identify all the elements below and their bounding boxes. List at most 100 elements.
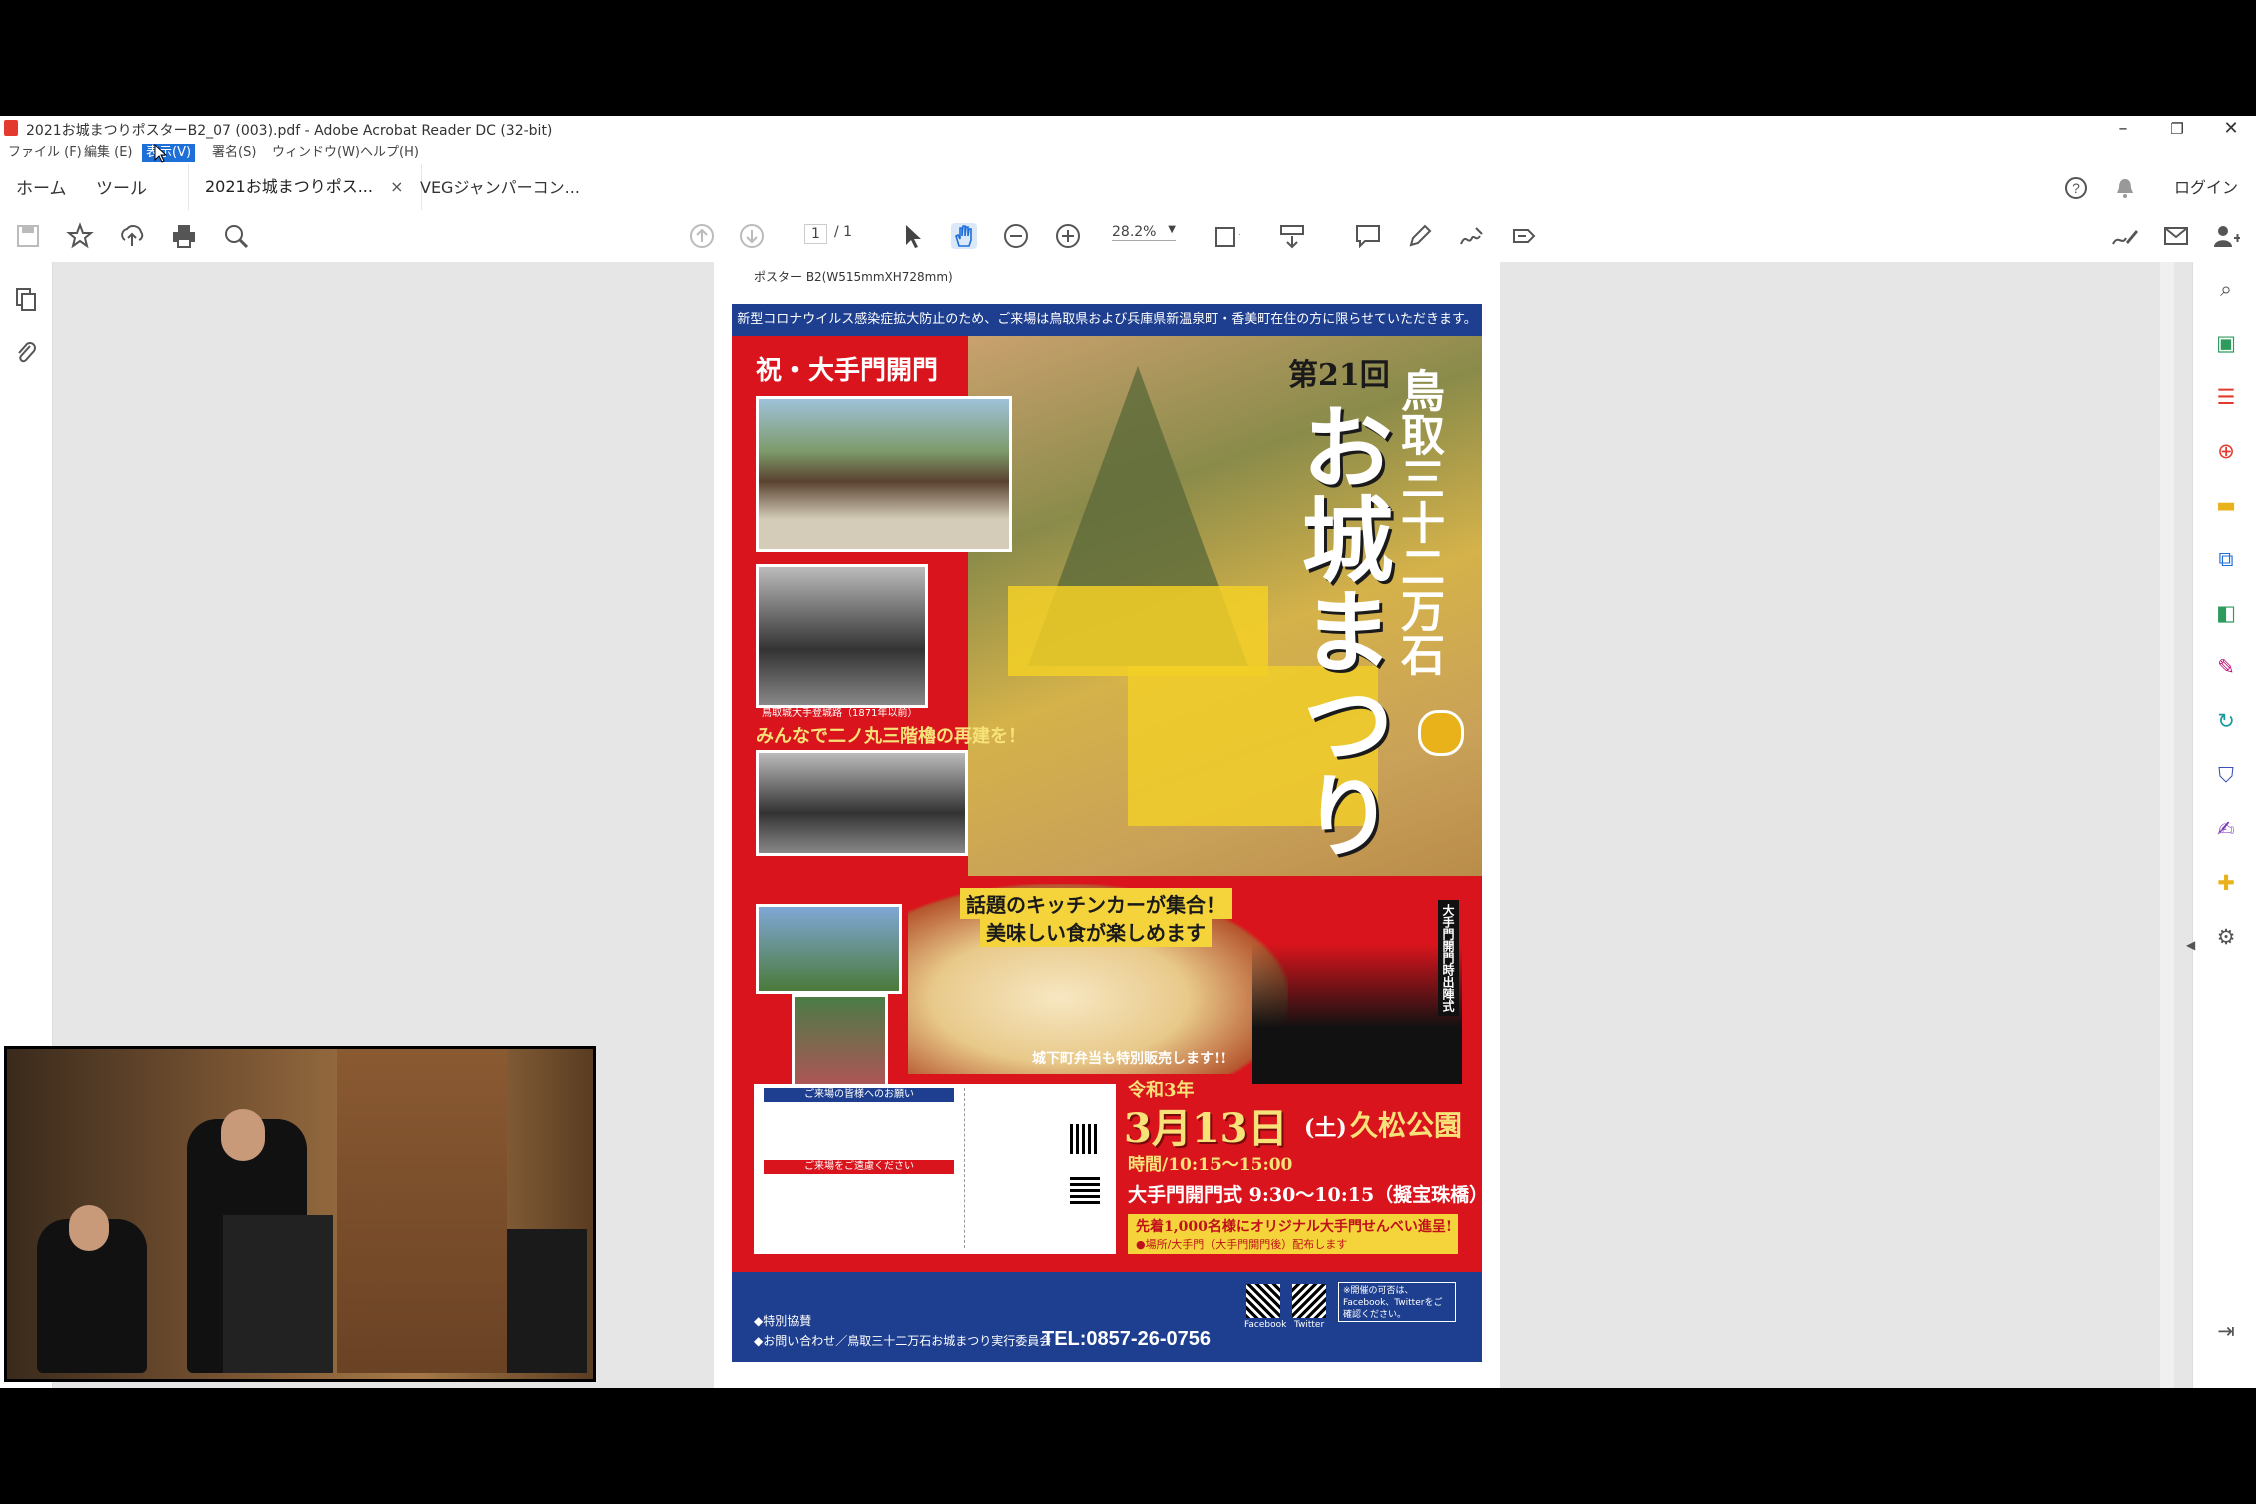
pane-toggle-icon[interactable]: ◀	[2186, 938, 2195, 952]
scroll-mode-icon[interactable]	[1278, 222, 1306, 250]
poster-footer: ◆特別協賛 ◆お問い合わせ／鳥取三十二万石お城まつり実行委員会 TEL:0857…	[732, 1272, 1482, 1362]
mouse-cursor-icon	[154, 144, 168, 163]
pen-icon[interactable]	[1406, 222, 1434, 250]
sign-icon[interactable]	[1458, 222, 1486, 250]
share-user-icon[interactable]	[2212, 222, 2240, 250]
menu-edit[interactable]: 編集 (E)	[80, 144, 137, 162]
visitor-notice-box: ご来場の皆様へのお願い ご来場をご遠慮ください	[754, 1084, 1116, 1254]
tab-tools[interactable]: ツール	[96, 174, 147, 199]
facebook-label: Facebook	[1244, 1320, 1287, 1330]
page-total: / 1	[834, 224, 853, 240]
protect-icon[interactable]: ⛉	[2213, 762, 2239, 788]
contact-phone: TEL:0857-26-0756	[1042, 1328, 1211, 1350]
title-bar: 2021お城まつりポスターB2_07 (003).pdf - Adobe Acr…	[0, 116, 2256, 142]
gift-note: ●場所/大手門（大手門開門後）配布します	[1136, 1238, 1348, 1251]
close-button[interactable]: ✕	[2206, 116, 2256, 142]
menu-view[interactable]: 表示(V)	[142, 144, 196, 162]
zoom-out-icon[interactable]	[1002, 222, 1030, 250]
bell-icon[interactable]	[2114, 176, 2136, 200]
search-icon[interactable]	[222, 222, 250, 250]
tab-close-icon[interactable]: ×	[390, 177, 403, 196]
seated-person-head	[69, 1205, 109, 1251]
qr-code-icon	[1070, 1174, 1100, 1204]
heading-gate-opening: 祝・大手門開門	[756, 356, 939, 386]
toolbar: 1 / 1 28.2% ▼	[0, 210, 2256, 263]
zoom-select[interactable]: 28.2% ▼	[1112, 224, 1176, 241]
attachment-icon[interactable]	[14, 340, 38, 366]
page-thumbnails-icon[interactable]	[14, 286, 38, 312]
equipment-rack	[507, 1229, 587, 1373]
menu-help[interactable]: ヘルプ(H)	[356, 144, 423, 162]
collapse-pane-icon[interactable]: ⇥	[2213, 1318, 2239, 1344]
zoom-tool-icon[interactable]: ⌕	[2213, 276, 2239, 302]
arrow-up-icon[interactable]	[688, 222, 716, 250]
hand-icon[interactable]	[950, 222, 978, 250]
comment-icon[interactable]	[1354, 222, 1382, 250]
fill-sign-icon[interactable]	[2110, 222, 2138, 250]
gift-banner: 先着1,000名様にオリジナル大手門せんべい進呈! ●場所/大手門（大手門開門後…	[1128, 1214, 1458, 1254]
tab-home[interactable]: ホーム	[16, 174, 67, 199]
svg-text:?: ?	[2072, 180, 2080, 196]
arrow-down-icon[interactable]	[738, 222, 766, 250]
combine-files-icon[interactable]: ⧉	[2213, 546, 2239, 572]
delicious-food-heading: 美味しい食が楽しめます	[980, 916, 1212, 947]
comment-tool-icon[interactable]: ▬	[2213, 492, 2239, 518]
podium	[223, 1215, 333, 1373]
tab-document-label: 2021お城まつりポス...	[205, 177, 373, 196]
notice-title: ご来場の皆様へのお願い	[764, 1088, 954, 1102]
create-pdf-icon[interactable]: ⊕	[2213, 438, 2239, 464]
vertical-scrollbar[interactable]	[2160, 262, 2174, 1388]
fit-page-icon[interactable]	[1212, 222, 1240, 250]
event-photo-1	[756, 904, 902, 994]
notice-subtitle: ご来場をご遠慮ください	[764, 1160, 954, 1174]
export-pdf-icon[interactable]: ▣	[2213, 330, 2239, 356]
event-time: 時間/10:15〜15:00	[1128, 1155, 1293, 1175]
save-icon[interactable]	[14, 222, 42, 250]
poster-size-caption: ポスター B2(W515mmXH728mm)	[754, 270, 953, 284]
mail-icon[interactable]	[2162, 222, 2190, 250]
tab-bar: ホーム ツール 2021お城まつりポス... × VEGジャンパーコン... ?…	[0, 164, 2256, 211]
wooden-door	[337, 1049, 507, 1373]
menu-window[interactable]: ウィンドウ(W)	[268, 144, 364, 162]
redact-icon[interactable]	[1510, 222, 1538, 250]
gate-photo	[756, 396, 1012, 552]
fill-sign-tool-icon[interactable]: ✎	[2213, 654, 2239, 680]
menu-bar: ファイル (F) 編集 (E) 表示(V) 署名(S) ウィンドウ(W) ヘルプ…	[0, 142, 2256, 164]
event-date: 3月13日	[1124, 1105, 1288, 1152]
star-icon[interactable]	[66, 222, 94, 250]
minimize-button[interactable]: –	[2098, 116, 2148, 142]
send-review-icon[interactable]: ↻	[2213, 708, 2239, 734]
organize-pages-icon[interactable]: ☰	[2213, 384, 2239, 410]
poster-notice-banner: 新型コロナウイルス感染症拡大防止のため、ご来場は鳥取県および兵庫県新温泉町・香美…	[732, 304, 1482, 336]
upload-icon[interactable]	[118, 222, 146, 250]
print-icon[interactable]	[170, 222, 198, 250]
event-venue: 久松公園	[1350, 1109, 1463, 1142]
window-title: 2021お城まつりポスターB2_07 (003).pdf - Adobe Acr…	[26, 123, 553, 139]
help-icon[interactable]: ?	[2064, 176, 2088, 200]
chevron-down-icon: ▼	[1168, 224, 1176, 235]
parade-label: 大手門開門時出陣式	[1438, 900, 1459, 1016]
zoom-value: 28.2%	[1112, 224, 1157, 240]
compress-icon[interactable]: ◧	[2213, 600, 2239, 626]
gate-ceremony: 大手門開門式 9:30〜10:15（擬宝珠橋）	[1128, 1184, 1482, 1206]
zoom-in-icon[interactable]	[1054, 222, 1082, 250]
poster-main-title: お城まつり	[1286, 400, 1394, 860]
tab-document-2[interactable]: VEGジャンパーコン...	[420, 174, 580, 198]
event-day: (土)	[1304, 1115, 1347, 1141]
restore-button[interactable]: ❐	[2152, 116, 2202, 142]
request-sign-icon[interactable]: ✍	[2213, 816, 2239, 842]
right-tools-pane: ⌕ ▣ ☰ ⊕ ▬ ⧉ ◧ ✎ ↻ ⛉ ✍ ✚ ⚙ ⇥	[2192, 262, 2256, 1388]
page-number-input[interactable]: 1	[804, 224, 827, 244]
cursor-icon[interactable]	[898, 222, 926, 250]
more-tools-icon[interactable]: ⚙	[2213, 924, 2239, 950]
qr-code-icon	[1070, 1124, 1100, 1154]
tab-document-active[interactable]: 2021お城まつりポス... ×	[188, 164, 422, 210]
edit-pdf-icon[interactable]: ✚	[2213, 870, 2239, 896]
menu-file[interactable]: ファイル (F)	[4, 144, 86, 162]
menu-sign[interactable]: 署名(S)	[208, 144, 260, 162]
login-button[interactable]: ログイン	[2174, 174, 2238, 198]
festival-emblem-icon	[1418, 710, 1464, 756]
bento-note: 城下町弁当も特別販売します!!	[1032, 1051, 1227, 1067]
contact-label: ◆お問い合わせ／鳥取三十二万石お城まつり実行委員会	[754, 1334, 1052, 1348]
twitter-qr-icon	[1292, 1284, 1326, 1318]
